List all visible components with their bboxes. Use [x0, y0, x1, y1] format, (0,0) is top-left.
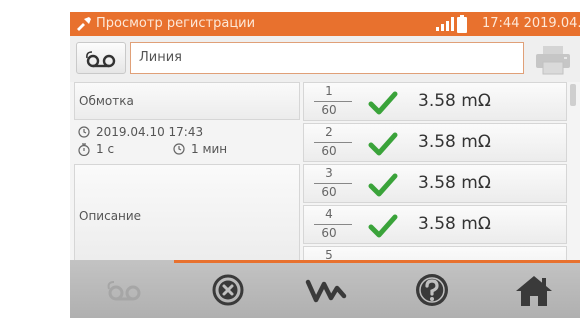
result-value: 3.58 mΩ [418, 214, 491, 234]
status-clock: 17:44 2019.04.10 [482, 16, 580, 31]
result-index: 2 [325, 125, 333, 139]
result-value: 3.58 mΩ [418, 173, 491, 193]
record-info: 2019.04.10 17:43 1 с 1 мин [74, 122, 300, 162]
description-button[interactable]: Описание [74, 164, 300, 266]
result-value: 3.58 mΩ [418, 132, 491, 152]
device-screen: Просмотр регистрации 17:44 2019.04.10 Ли… [70, 12, 580, 318]
winding-label: Обмотка [79, 94, 134, 108]
result-total: 60 [321, 144, 337, 158]
result-row[interactable]: 2 60 3.58 mΩ [303, 123, 567, 162]
results-scrollbar[interactable] [570, 84, 576, 106]
description-label: Описание [79, 209, 142, 223]
result-total: 60 [321, 185, 337, 199]
status-bar: Просмотр регистрации 17:44 2019.04.10 [70, 12, 580, 36]
record-datetime: 2019.04.10 17:43 [96, 125, 204, 139]
result-total: 60 [321, 226, 337, 240]
line-select-button[interactable] [76, 42, 126, 74]
result-value: 3.58 mΩ [418, 91, 491, 111]
result-row[interactable]: 1 60 3.58 mΩ [303, 82, 567, 121]
check-icon [368, 91, 398, 115]
bottom-toolbar [70, 260, 580, 318]
cancel-icon[interactable] [206, 272, 250, 308]
record-content: Обмотка 2019.04.10 17:43 1 с 1 мин Описа… [70, 82, 580, 285]
stopwatch-icon [78, 143, 90, 156]
waveform-icon[interactable] [304, 272, 348, 308]
line-name-field[interactable]: Линия [130, 42, 524, 74]
check-icon [368, 132, 398, 156]
result-index: 3 [325, 166, 333, 180]
help-icon[interactable] [410, 272, 454, 308]
screen-title: Просмотр регистрации [96, 16, 256, 31]
signal-strength-icon [436, 17, 454, 31]
tape-icon [86, 51, 116, 68]
check-icon [368, 173, 398, 197]
result-row[interactable]: 3 60 3.58 mΩ [303, 164, 567, 203]
winding-button[interactable]: Обмотка [74, 82, 300, 120]
interval-value: 1 мин [191, 142, 228, 156]
result-row[interactable]: 4 60 3.58 mΩ [303, 205, 567, 244]
tape-icon[interactable] [102, 272, 146, 308]
clock-icon [78, 126, 90, 138]
measurement-time: 1 с [96, 142, 115, 156]
result-total: 60 [321, 103, 337, 117]
battery-icon [457, 15, 467, 33]
line-name-value: Линия [139, 50, 182, 65]
result-index: 1 [325, 84, 333, 98]
home-icon[interactable] [512, 272, 556, 308]
check-icon [368, 214, 398, 238]
line-header: Линия [70, 36, 580, 82]
meter-probe-icon [77, 17, 91, 31]
printer-icon[interactable] [534, 45, 572, 75]
result-index: 4 [325, 207, 333, 221]
interval-icon [173, 143, 185, 155]
toolbar-accent-line [174, 260, 580, 263]
